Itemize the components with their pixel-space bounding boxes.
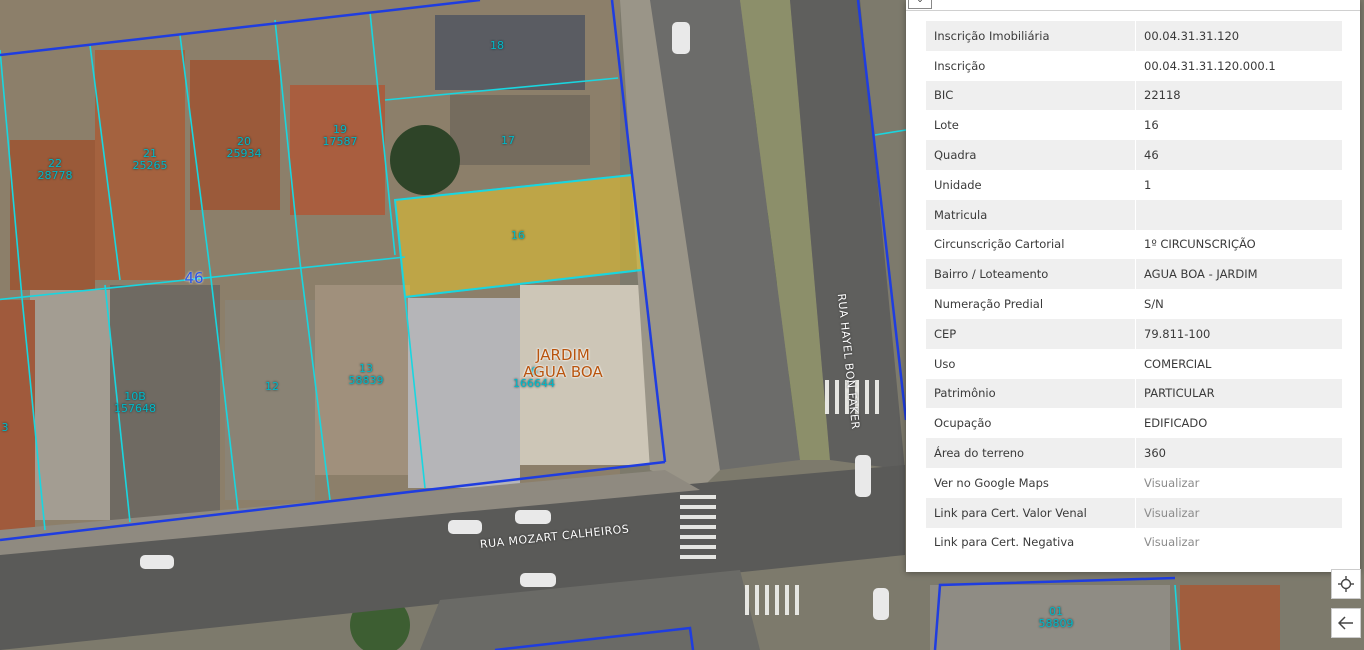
attribute-label: CEP bbox=[926, 318, 1136, 349]
attribute-row: BIC 22118 bbox=[926, 80, 1342, 111]
attribute-row: Uso COMERCIAL bbox=[926, 348, 1342, 379]
attribute-label: Ver no Google Maps bbox=[926, 467, 1136, 498]
attribute-label: Lote bbox=[926, 110, 1136, 141]
attribute-value: 22118 bbox=[1135, 80, 1342, 111]
attribute-row: Lote 16 bbox=[926, 110, 1342, 141]
roof-solar bbox=[435, 15, 585, 90]
attribute-row: CEP 79.811-100 bbox=[926, 318, 1342, 349]
quadra-label: 46 bbox=[184, 269, 204, 287]
attribute-row: Link para Cert. Negativa Visualizar bbox=[926, 527, 1343, 558]
attribute-row: Inscrição 00.04.31.31.120.000.1 bbox=[926, 50, 1342, 81]
bairro-label: JARDIM AGUA BOA bbox=[523, 346, 603, 381]
roof bbox=[225, 300, 315, 500]
tree bbox=[390, 125, 460, 195]
attribute-label: Link para Cert. Negativa bbox=[926, 527, 1136, 558]
locate-button[interactable] bbox=[1331, 569, 1361, 599]
lot-label: 16 bbox=[511, 229, 525, 242]
attribute-value: 79.811-100 bbox=[1135, 318, 1342, 349]
lot-label: 3 bbox=[1, 421, 9, 434]
visualizar-link[interactable]: Visualizar bbox=[1136, 528, 1343, 558]
attribute-row: Ocupação EDIFICADO bbox=[926, 408, 1342, 439]
lot-label: 19 17587 bbox=[322, 123, 358, 148]
lot-label: 17 bbox=[501, 134, 515, 147]
back-button[interactable] bbox=[1331, 608, 1361, 638]
attribute-label: Inscrição Imobiliária bbox=[926, 21, 1136, 51]
attribute-row: Unidade 1 bbox=[926, 169, 1342, 200]
attribute-row: Numeração Predial S/N bbox=[926, 289, 1342, 319]
lot-label: 12 bbox=[265, 380, 279, 393]
attribute-label: Matricula bbox=[926, 199, 1136, 230]
attribute-table: Inscrição Imobiliária 00.04.31.31.120 Insc… bbox=[926, 21, 1343, 558]
attribute-value: S/N bbox=[1144, 297, 1164, 312]
attribute-value: 00.04.31.31.120 bbox=[1135, 21, 1342, 51]
roof bbox=[450, 95, 590, 165]
attribute-value: 00.04.31.31.120.000.1 bbox=[1144, 58, 1276, 73]
attribute-row: Quadra 46 bbox=[926, 140, 1342, 170]
attribute-label: Numeração Predial bbox=[926, 289, 1136, 319]
attribute-value: PARTICULAR bbox=[1135, 378, 1342, 409]
attribute-label: Patrimônio bbox=[926, 378, 1136, 409]
attribute-label: Quadra bbox=[926, 140, 1136, 170]
roof bbox=[30, 290, 110, 520]
lot-label: 13 58839 bbox=[348, 362, 384, 387]
attribute-label: BIC bbox=[926, 80, 1136, 111]
attribute-value: EDIFICADO bbox=[1144, 416, 1208, 431]
visualizar-link[interactable]: Visualizar bbox=[1136, 468, 1343, 498]
roof bbox=[290, 85, 385, 215]
lot-label: 21 25265 bbox=[132, 147, 168, 172]
attribute-value: 16 bbox=[1144, 118, 1159, 133]
attribute-value: 1 bbox=[1144, 177, 1152, 192]
attribute-label: Bairro / Loteamento bbox=[926, 259, 1136, 290]
attribute-label: Circunscrição Cartorial bbox=[926, 229, 1136, 260]
attribute-label: Uso bbox=[926, 348, 1136, 379]
arrow-left-icon bbox=[1338, 616, 1353, 630]
attribute-row: Link para Cert. Valor Venal Visualizar bbox=[926, 497, 1342, 528]
lot-label: 10B 157648 bbox=[114, 390, 156, 415]
attribute-value: 1º CIRCUNSCRIÇÃO bbox=[1144, 237, 1256, 252]
attribute-row: Patrimônio PARTICULAR bbox=[926, 378, 1342, 409]
panel-toggle-icon[interactable]: ⌄ bbox=[908, 0, 932, 9]
attribute-label: Unidade bbox=[926, 169, 1136, 200]
attribute-row: Área do terreno 360 bbox=[926, 438, 1342, 468]
attribute-label: Ocupação bbox=[926, 408, 1136, 439]
attribute-value: AGUA BOA - JARDIM bbox=[1135, 259, 1342, 290]
crosshair-icon bbox=[1338, 576, 1354, 592]
attribute-panel[interactable]: ⌄ Inscrição Imobiliária00.04.31.31.120In… bbox=[906, 0, 1360, 572]
roof bbox=[190, 60, 280, 210]
attribute-label: Link para Cert. Valor Venal bbox=[926, 497, 1136, 528]
attribute-label: Área do terreno bbox=[926, 438, 1136, 468]
lot-label: 22 28778 bbox=[37, 157, 73, 182]
attribute-value: COMERCIAL bbox=[1144, 356, 1212, 371]
attribute-value: 46 bbox=[1135, 140, 1342, 170]
attribute-value: 360 bbox=[1135, 438, 1342, 468]
lot-label: 01 58809 bbox=[1038, 605, 1074, 630]
lot-label: 20 25934 bbox=[226, 135, 262, 160]
roof bbox=[0, 300, 35, 530]
attribute-row: Ver no Google Maps Visualizar bbox=[926, 467, 1343, 498]
attribute-row: Bairro / Loteamento AGUA BOA - JARDIM bbox=[926, 259, 1342, 290]
lot-label: 18 bbox=[490, 39, 504, 52]
attribute-row: Inscrição Imobiliária 00.04.31.31.120 bbox=[926, 21, 1342, 51]
attribute-value bbox=[1135, 199, 1342, 230]
roof bbox=[408, 298, 520, 488]
visualizar-link[interactable]: Visualizar bbox=[1135, 497, 1342, 528]
roof bbox=[1180, 585, 1280, 650]
attribute-row: Circunscrição Cartorial 1º CIRCUNSCRIÇÃO bbox=[926, 229, 1342, 260]
attribute-row: Matricula bbox=[926, 199, 1342, 230]
panel-header: ⌄ bbox=[906, 0, 1360, 11]
attribute-label: Inscrição bbox=[926, 50, 1136, 81]
